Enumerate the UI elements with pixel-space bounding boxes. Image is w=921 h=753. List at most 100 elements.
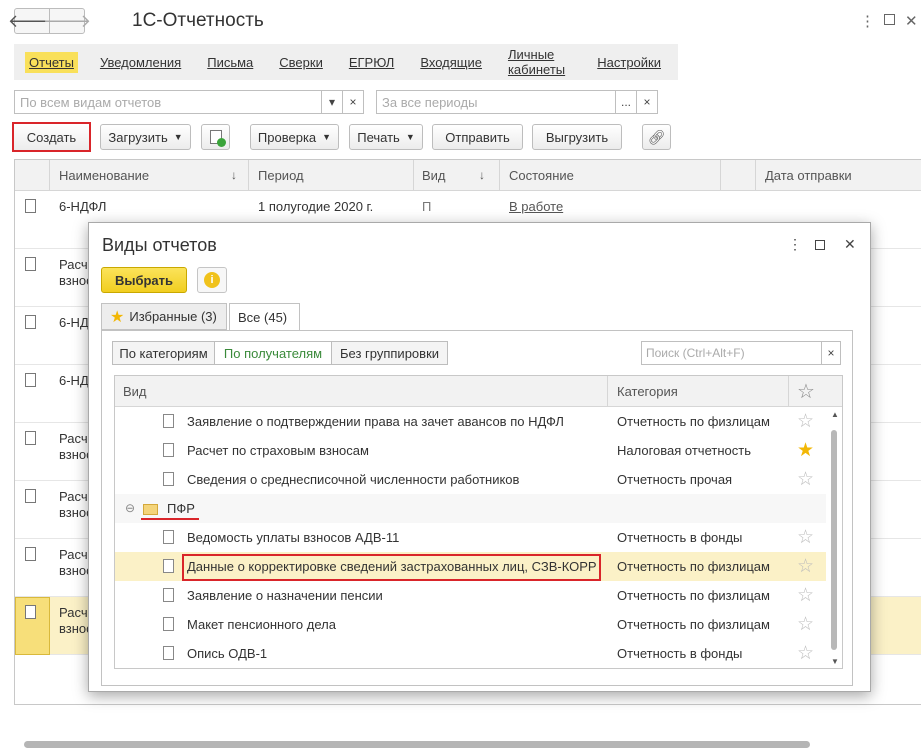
sort-down-icon: ↓ xyxy=(231,168,237,182)
item-category: Отчетность прочая xyxy=(617,472,733,487)
scroll-thumb[interactable] xyxy=(831,430,837,650)
horizontal-scrollbar[interactable] xyxy=(24,741,810,748)
maximize-icon[interactable] xyxy=(815,240,825,250)
select-button[interactable]: Выбрать xyxy=(101,267,187,293)
col-kind[interactable]: Вид xyxy=(422,168,446,183)
scroll-up-icon[interactable]: ▲ xyxy=(831,410,839,419)
item-name: Расчет по страховым взносам xyxy=(187,443,369,458)
clear-kind-button[interactable]: × xyxy=(342,90,364,114)
document-icon xyxy=(25,373,36,387)
group-by-recipient[interactable]: По получателям xyxy=(214,341,332,365)
menu-item-egrul[interactable]: ЕГРЮЛ xyxy=(345,52,398,73)
col-category[interactable]: Категория xyxy=(617,384,678,399)
star-outline-icon[interactable]: ☆ xyxy=(797,642,814,665)
row-name: 6-НД xyxy=(59,373,89,388)
row-name: Расч xyxy=(59,431,88,446)
star-outline-icon[interactable]: ☆ xyxy=(797,468,814,491)
more-icon[interactable]: ⋮ xyxy=(788,236,802,253)
item-name: Данные о корректировке сведений застрахо… xyxy=(187,559,597,574)
scroll-down-icon[interactable]: ▼ xyxy=(831,657,839,666)
maximize-icon[interactable] xyxy=(884,14,895,25)
create-button[interactable]: Создать xyxy=(12,122,91,152)
document-icon xyxy=(163,472,174,486)
load-button[interactable]: Загрузить ▼ xyxy=(100,124,191,150)
row-state-link[interactable]: В работе xyxy=(509,199,563,214)
folder-icon xyxy=(143,504,158,515)
report-kind-filter[interactable]: По всем видам отчетов xyxy=(14,90,322,114)
row-name: 6-НД xyxy=(59,315,89,330)
menu-item-reconciliations[interactable]: Сверки xyxy=(275,52,327,73)
group-by-category[interactable]: По категориям xyxy=(112,341,215,365)
add-document-button[interactable] xyxy=(201,124,230,150)
tab-favorites-label: Избранные (3) xyxy=(129,309,217,324)
tab-all[interactable]: Все (45) xyxy=(229,303,300,331)
row-name: Расч xyxy=(59,257,88,272)
check-button[interactable]: Проверка ▼ xyxy=(250,124,339,150)
more-icon[interactable]: ⋮ xyxy=(860,12,875,30)
group-row-pfr[interactable]: ⊖ ПФР xyxy=(115,494,826,523)
period-select-button[interactable]: ... xyxy=(615,90,637,114)
no-grouping[interactable]: Без группировки xyxy=(331,341,448,365)
chevron-down-icon: ▼ xyxy=(173,132,183,142)
item-category: Отчетность по физлицам xyxy=(617,617,770,632)
document-icon xyxy=(25,431,36,445)
menu-item-notifications[interactable]: Уведомления xyxy=(96,52,185,73)
star-outline-icon[interactable]: ☆ xyxy=(797,410,814,433)
window-title: 1С-Отчетность xyxy=(132,10,264,31)
list-header: Вид Категория ☆ xyxy=(115,376,842,407)
list-item[interactable]: Опись ОДВ-1 Отчетность в фонды ☆ xyxy=(115,639,826,668)
list-item[interactable]: Расчет по страховым взносам Налоговая отч… xyxy=(115,436,826,465)
document-icon xyxy=(25,257,36,271)
menu-item-letters[interactable]: Письма xyxy=(203,52,257,73)
list-item[interactable]: Ведомость уплаты взносов АДВ-11 Отчетност… xyxy=(115,523,826,552)
document-icon xyxy=(163,414,174,428)
collapse-icon[interactable]: ⊖ xyxy=(125,501,135,515)
clear-search-button[interactable]: × xyxy=(821,341,841,365)
menu-item-personal-accounts[interactable]: Личные кабинеты xyxy=(504,44,575,80)
close-icon[interactable]: ✕ xyxy=(844,236,856,253)
close-icon[interactable]: ✕ xyxy=(905,12,918,30)
report-kinds-list: Вид Категория ☆ Заявление о подтверждени… xyxy=(114,375,843,669)
document-icon xyxy=(25,489,36,503)
main-menu: Отчеты Уведомления Письма Сверки ЕГРЮЛ В… xyxy=(14,44,678,80)
tab-favorites[interactable]: ★ Избранные (3) xyxy=(101,303,227,330)
list-item[interactable]: Заявление о назначении пенсии Отчетность … xyxy=(115,581,826,610)
print-button[interactable]: Печать ▼ xyxy=(349,124,423,150)
forward-button[interactable]: 🡒 xyxy=(43,8,91,34)
chevron-down-icon: ▼ xyxy=(405,132,415,142)
col-period[interactable]: Период xyxy=(258,168,304,183)
load-label: Загрузить xyxy=(108,129,168,145)
list-item[interactable]: Сведения о среднесписочной численности р… xyxy=(115,465,826,494)
menu-item-settings[interactable]: Настройки xyxy=(593,52,665,73)
list-item[interactable]: Макет пенсионного дела Отчетность по физл… xyxy=(115,610,826,639)
list-item-selected[interactable]: Данные о корректировке сведений застрахо… xyxy=(115,552,826,581)
col-state[interactable]: Состояние xyxy=(509,168,574,183)
col-send-date[interactable]: Дата отправки xyxy=(765,168,852,183)
menu-item-incoming[interactable]: Входящие xyxy=(416,52,486,73)
star-outline-icon[interactable]: ☆ xyxy=(797,526,814,549)
star-outline-icon[interactable]: ☆ xyxy=(797,584,814,607)
export-button[interactable]: Выгрузить xyxy=(532,124,622,150)
item-category: Отчетность по физлицам xyxy=(617,588,770,603)
star-filled-icon[interactable]: ★ xyxy=(797,439,814,462)
star-outline-icon[interactable]: ☆ xyxy=(797,613,814,636)
menu-item-reports[interactable]: Отчеты xyxy=(25,51,78,73)
document-icon xyxy=(163,617,174,631)
document-icon xyxy=(163,559,174,573)
send-button[interactable]: Отправить xyxy=(432,124,523,150)
info-button[interactable]: i xyxy=(197,267,227,293)
star-outline-icon: ☆ xyxy=(797,381,815,403)
col-kind[interactable]: Вид xyxy=(123,384,147,399)
col-name[interactable]: Наименование xyxy=(59,168,149,183)
search-input[interactable]: Поиск (Ctrl+Alt+F) xyxy=(641,341,822,365)
list-item[interactable]: Заявление о подтверждении права на зачет… xyxy=(115,407,826,436)
chevron-down-icon[interactable]: ▾ xyxy=(321,90,343,114)
row-period: 1 полугодие 2020 г. xyxy=(258,199,374,214)
row-kind: П xyxy=(422,199,432,214)
period-filter[interactable]: За все периоды xyxy=(376,90,616,114)
check-label: Проверка xyxy=(257,129,317,145)
clear-period-button[interactable]: × xyxy=(636,90,658,114)
row-name: Расч xyxy=(59,605,88,620)
paperclip-button[interactable]: 🔗︎ xyxy=(642,124,671,150)
star-outline-icon[interactable]: ☆ xyxy=(797,555,814,578)
